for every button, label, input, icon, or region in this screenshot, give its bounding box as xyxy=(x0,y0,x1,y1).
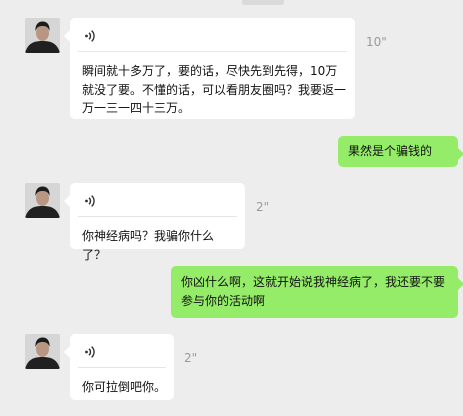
incoming-voice-bubble[interactable]: 瞬间就十多万了，要的话，尽快先到先得，10万就没了要。不懂的话，可以看朋友圈吗？… xyxy=(64,18,355,119)
message-row: 你神经病吗？我骗你什么了？ 2" xyxy=(0,183,463,262)
avatar[interactable] xyxy=(25,18,60,53)
divider xyxy=(78,51,347,52)
message-row: 果然是个骗钱的 xyxy=(0,136,463,168)
voice-player[interactable] xyxy=(70,18,355,53)
outgoing-text-bubble[interactable]: 你凶什么啊，这就开始说我神经病了，我还要不要参与你的活动啊 xyxy=(171,266,463,318)
voice-transcript: 瞬间就十多万了，要的话，尽快先到先得，10万就没了要。不懂的话，可以看朋友圈吗？… xyxy=(82,64,347,115)
divider xyxy=(78,367,166,368)
voice-player[interactable] xyxy=(70,334,174,369)
voice-wave-icon xyxy=(84,28,98,47)
voice-duration: 2" xyxy=(256,200,270,214)
message-text: 你凶什么啊，这就开始说我神经病了，我还要不要参与你的活动啊 xyxy=(181,275,446,308)
incoming-voice-bubble[interactable]: 你神经病吗？我骗你什么了？ xyxy=(64,183,245,262)
voice-wave-icon xyxy=(84,193,98,212)
scroll-indicator xyxy=(242,0,284,5)
divider xyxy=(78,216,237,217)
voice-transcript: 你神经病吗？我骗你什么了？ xyxy=(82,229,215,262)
message-row: 你可拉倒吧你。 2" xyxy=(0,334,463,404)
voice-transcript: 你可拉倒吧你。 xyxy=(82,380,167,394)
message-row: 瞬间就十多万了，要的话，尽快先到先得，10万就没了要。不懂的话，可以看朋友圈吗？… xyxy=(0,18,463,148)
voice-player[interactable] xyxy=(70,183,245,218)
message-row: 你凶什么啊，这就开始说我神经病了，我还要不要参与你的活动啊 xyxy=(0,266,463,320)
incoming-voice-bubble[interactable]: 你可拉倒吧你。 xyxy=(64,334,174,400)
outgoing-text-bubble[interactable]: 果然是个骗钱的 xyxy=(338,136,463,167)
voice-duration: 2" xyxy=(184,351,198,365)
avatar[interactable] xyxy=(25,334,60,369)
voice-duration: 10" xyxy=(366,35,387,49)
voice-wave-icon xyxy=(84,344,98,363)
message-text: 果然是个骗钱的 xyxy=(348,144,433,158)
avatar[interactable] xyxy=(25,183,60,218)
